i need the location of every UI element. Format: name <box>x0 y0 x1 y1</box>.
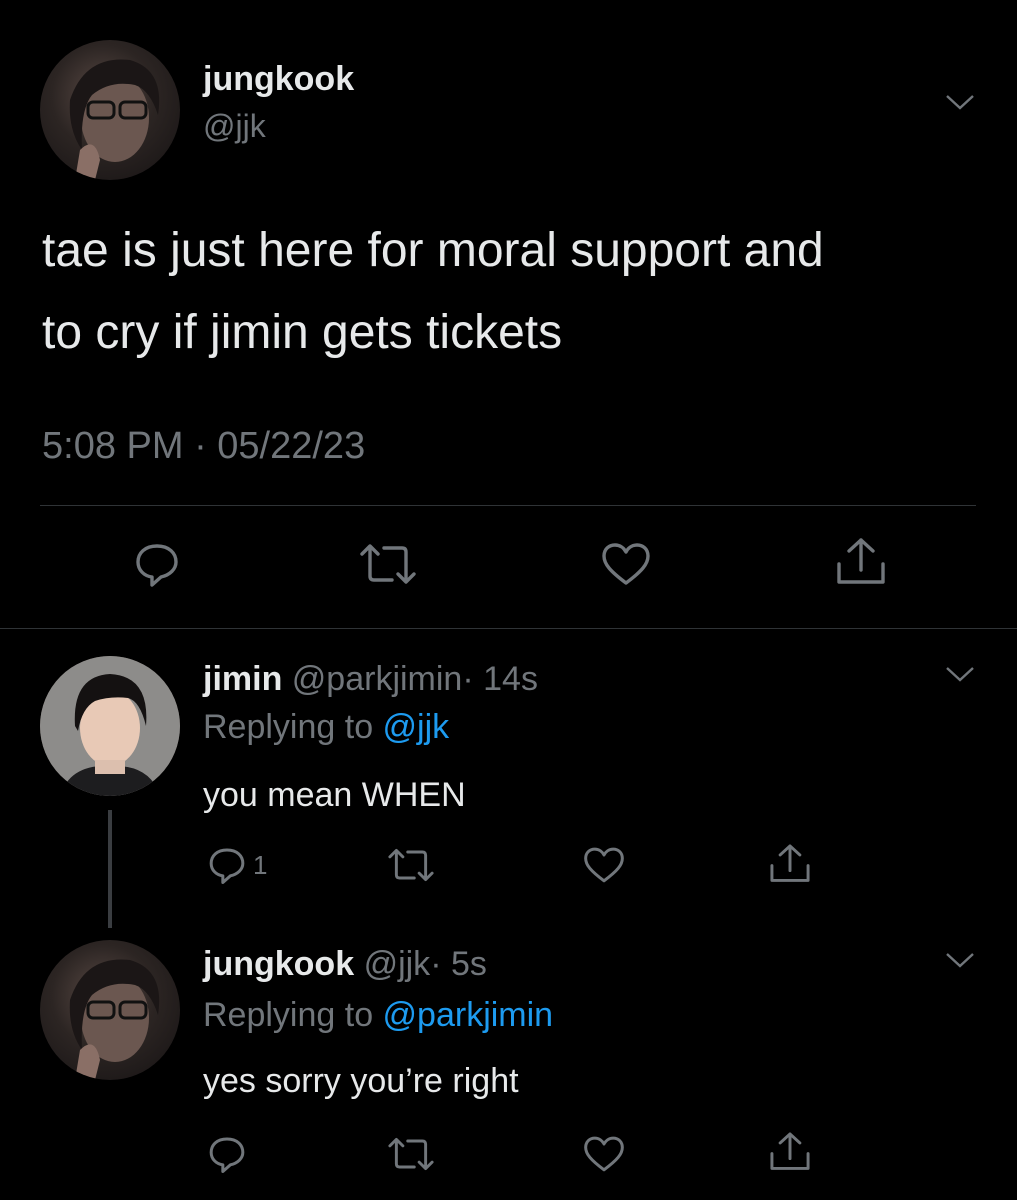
retweet-icon <box>388 1137 434 1171</box>
main-reply-button[interactable] <box>133 540 181 588</box>
share-icon <box>770 1132 810 1170</box>
share-icon <box>837 538 885 584</box>
reply2-reply-button[interactable] <box>207 1134 247 1174</box>
main-tweet-text-line2: to cry if jimin gets tickets <box>42 306 563 359</box>
reply1-reply-count: 1 <box>253 849 268 880</box>
reply1-age[interactable]: · 14s <box>462 660 538 698</box>
retweet-icon <box>388 848 434 882</box>
main-handle[interactable]: @jjk <box>203 108 266 145</box>
reply-icon <box>209 1137 245 1173</box>
reply1-handle[interactable]: @parkjimin <box>292 660 463 698</box>
reply2-share-button[interactable] <box>767 1130 813 1174</box>
section-divider <box>0 628 1017 629</box>
main-tweet-text-line1: tae is just here for moral support and <box>42 224 824 277</box>
reply1-reply-button[interactable]: 1 <box>207 845 267 885</box>
heart-icon <box>602 543 650 585</box>
reply2-display-name[interactable]: jungkook <box>203 945 354 983</box>
reply1-header: jimin @parkjimin· 14s <box>203 660 538 699</box>
main-retweet-button[interactable] <box>356 540 420 588</box>
avatar-jungkook-reply[interactable] <box>40 940 180 1080</box>
avatar-jungkook[interactable] <box>40 40 180 180</box>
reply1-text: you mean WHEN <box>203 776 466 814</box>
avatar-image <box>69 59 160 180</box>
avatar-image <box>69 959 160 1080</box>
retweet-icon <box>360 544 416 584</box>
reply1-replying-prefix: Replying to <box>203 708 383 746</box>
thread-connector-line <box>108 810 112 928</box>
reply2-retweet-button[interactable] <box>385 1134 437 1174</box>
share-icon <box>770 844 810 882</box>
reply2-replying-to: Replying to @parkjimin <box>203 996 553 1035</box>
heart-icon <box>584 847 624 883</box>
reply2-like-button[interactable] <box>582 1134 626 1174</box>
reply2-replying-prefix: Replying to <box>203 996 383 1034</box>
reply1-menu-chevron-icon[interactable] <box>945 664 975 684</box>
reply1-retweet-button[interactable] <box>385 845 437 885</box>
main-share-button[interactable] <box>833 536 889 588</box>
reply1-display-name[interactable]: jimin <box>203 660 282 698</box>
main-like-button[interactable] <box>600 540 652 588</box>
main-menu-chevron-icon[interactable] <box>945 92 975 112</box>
main-divider <box>40 505 976 506</box>
main-display-name[interactable]: jungkook <box>203 60 354 99</box>
reply-icon <box>136 544 178 587</box>
avatar-image <box>40 656 180 796</box>
reply2-handle[interactable]: @jjk <box>364 945 431 983</box>
reply2-replying-handle[interactable]: @parkjimin <box>383 996 554 1034</box>
reply1-replying-to: Replying to @jjk <box>203 708 449 747</box>
reply1-like-button[interactable] <box>582 845 626 885</box>
reply1-replying-handle[interactable]: @jjk <box>383 708 450 746</box>
reply2-text: yes sorry you’re right <box>203 1062 519 1100</box>
reply-icon <box>209 848 245 884</box>
reply2-header: jungkook @jjk· 5s <box>203 945 487 984</box>
main-timestamp[interactable]: 5:08 PM · 05/22/23 <box>42 425 365 468</box>
reply1-share-button[interactable] <box>767 842 813 886</box>
reply2-menu-chevron-icon[interactable] <box>945 950 975 970</box>
avatar-jimin[interactable] <box>40 656 180 796</box>
reply2-age[interactable]: · 5s <box>430 945 487 983</box>
heart-icon <box>584 1136 624 1172</box>
